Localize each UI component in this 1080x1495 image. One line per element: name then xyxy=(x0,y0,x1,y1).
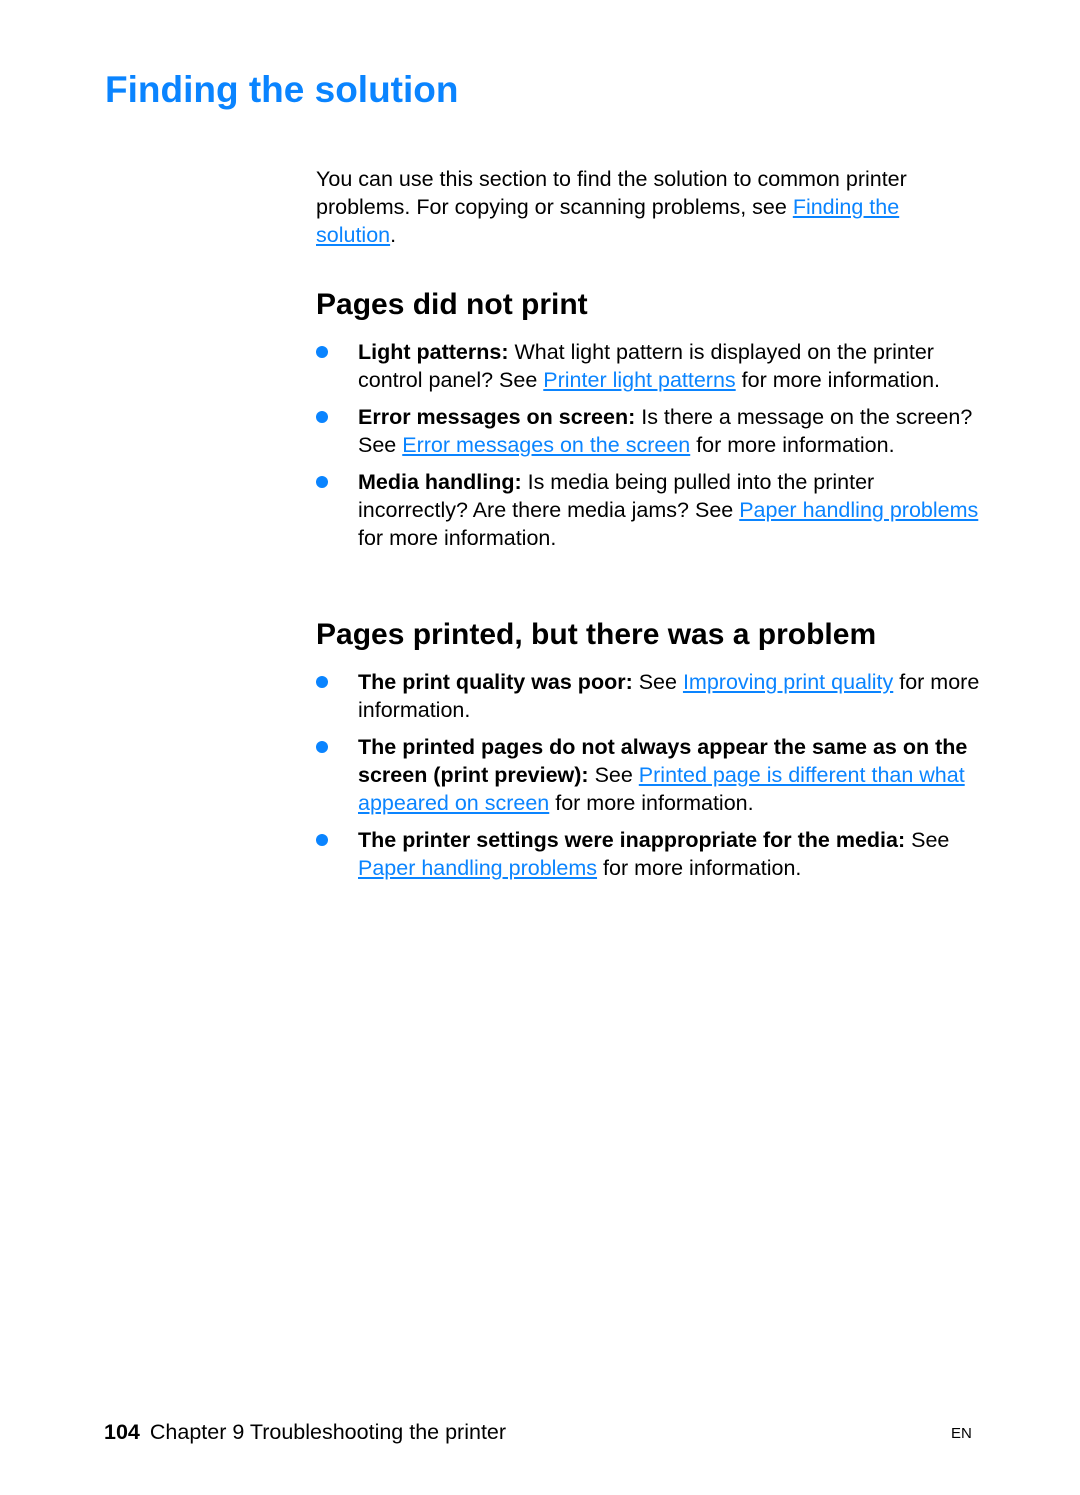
section-heading-pages-did-not-print: Pages did not print xyxy=(316,288,588,321)
page-title: Finding the solution xyxy=(105,69,459,110)
bullet-icon xyxy=(316,834,328,846)
bullet-icon xyxy=(316,346,328,358)
list-item: Error messages on screen: Is there a mes… xyxy=(316,403,986,459)
bullet-icon xyxy=(316,411,328,423)
bullet-list-printed-problem: The print quality was poor: See Improvin… xyxy=(316,668,986,891)
bullet-list-did-not-print: Light patterns: What light pattern is di… xyxy=(316,338,986,561)
page-number: 104 xyxy=(104,1420,140,1444)
bullet-icon xyxy=(316,741,328,753)
page-footer: 104 Chapter 9 Troubleshooting the printer xyxy=(104,1420,506,1445)
paper-handling-problems-link[interactable]: Paper handling problems xyxy=(739,498,978,522)
list-item: The printer settings were inappropriate … xyxy=(316,826,986,882)
language-code: EN xyxy=(951,1425,972,1442)
bullet-icon xyxy=(316,676,328,688)
intro-paragraph: You can use this section to find the sol… xyxy=(316,167,907,247)
chapter-title: Chapter 9 Troubleshooting the printer xyxy=(149,1420,507,1444)
improving-print-quality-link[interactable]: Improving print quality xyxy=(683,670,893,694)
list-item: The print quality was poor: See Improvin… xyxy=(316,668,986,724)
paper-handling-problems-link-2[interactable]: Paper handling problems xyxy=(358,856,597,880)
section-heading-pages-printed-problem: Pages printed, but there was a problem xyxy=(316,618,877,651)
list-item: The printed pages do not always appear t… xyxy=(316,733,986,817)
list-item: Media handling: Is media being pulled in… xyxy=(316,468,986,552)
bullet-icon xyxy=(316,476,328,488)
printer-light-patterns-link[interactable]: Printer light patterns xyxy=(543,368,735,392)
list-item: Light patterns: What light pattern is di… xyxy=(316,338,986,394)
error-messages-link[interactable]: Error messages on the screen xyxy=(402,433,690,457)
